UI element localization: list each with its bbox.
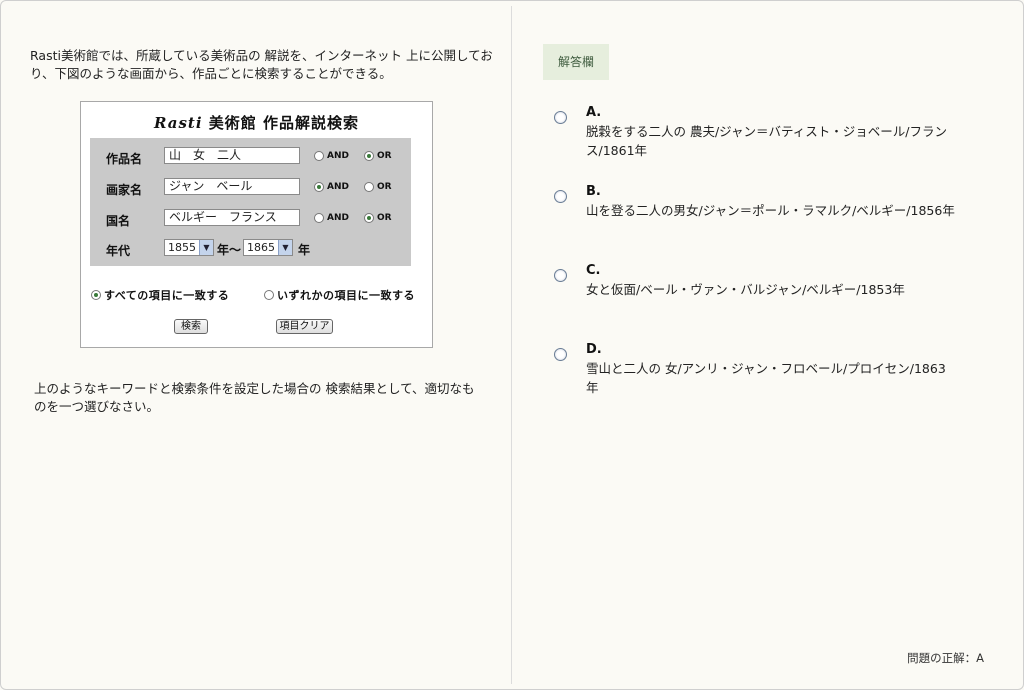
field-label-title: 作品名	[106, 152, 143, 166]
country-and-radio[interactable]: AND	[314, 211, 349, 225]
year-to-value: 1865	[247, 241, 275, 254]
clear-button[interactable]: 項目クリア	[276, 319, 333, 334]
title-input[interactable]: 山 女 二人	[164, 147, 300, 164]
choice-text: 山を登る二人の男女/ジャン＝ポール・ラマルク/ベルギー/1856年	[586, 203, 955, 218]
answer-header: 解答欄	[543, 44, 609, 80]
radio-selected-icon	[364, 151, 374, 161]
choice-letter: C.	[586, 263, 601, 278]
artist-or-radio[interactable]: OR	[364, 180, 392, 194]
radio-icon	[314, 213, 324, 223]
field-label-year: 年代	[106, 244, 131, 258]
radio-icon[interactable]	[554, 269, 567, 282]
radio-label: OR	[377, 182, 392, 192]
chevron-down-icon: ▼	[199, 240, 213, 255]
choice-letter: A.	[586, 105, 602, 120]
search-button[interactable]: 検索	[174, 319, 208, 334]
correct-answer-label: 問題の正解：A	[907, 651, 984, 665]
field-label-country: 国名	[106, 214, 131, 228]
radio-label: OR	[377, 213, 392, 223]
answer-pane: 解答欄 A. 脱穀をする二人の 農夫/ジャン＝バティスト・ジョベール/フランス/…	[512, 0, 1024, 690]
radio-icon	[364, 182, 374, 192]
match-any-radio[interactable]: いずれかの項目に一致する	[264, 288, 415, 302]
field-row-title: 作品名 山 女 二人 AND OR	[90, 147, 411, 169]
match-any-label: いずれかの項目に一致する	[277, 289, 415, 302]
field-row-artist: 画家名 ジャン ベール AND OR	[90, 178, 411, 200]
year-suffix: 年	[298, 243, 311, 257]
radio-icon	[264, 290, 274, 300]
radio-label: AND	[327, 151, 349, 161]
search-panel: 作品名 山 女 二人 AND OR 画家名 ジャン ベール AND OR 国名 …	[90, 138, 411, 266]
title-and-radio[interactable]: AND	[314, 149, 349, 163]
search-form-image: Rasti 美術館 作品解説検索 作品名 山 女 二人 AND OR 画家名 ジ…	[80, 101, 433, 348]
radio-icon[interactable]	[554, 190, 567, 203]
question-instruction: 上のようなキーワードと検索条件を設定した場合の 検索結果として、適切なものを一つ…	[34, 381, 475, 414]
year-to-select[interactable]: 1865 ▼	[243, 239, 293, 256]
year-from-value: 1855	[168, 241, 196, 254]
radio-selected-icon	[91, 290, 101, 300]
radio-icon	[314, 151, 324, 161]
search-form-title-text: 美術館 作品解説検索	[208, 114, 360, 132]
radio-label: OR	[377, 151, 392, 161]
radio-selected-icon	[364, 213, 374, 223]
title-or-radio[interactable]: OR	[364, 149, 392, 163]
choice-letter: B.	[586, 184, 601, 199]
choice-letter: D.	[586, 342, 602, 357]
question-intro: Rasti美術館では、所蔵している美術品の 解説を、インターネット 上に公開して…	[30, 48, 493, 81]
artist-and-radio[interactable]: AND	[314, 180, 349, 194]
year-from-select[interactable]: 1855 ▼	[164, 239, 214, 256]
field-label-artist: 画家名	[106, 183, 143, 197]
museum-brand: Rasti	[153, 114, 203, 132]
radio-label: AND	[327, 182, 349, 192]
chevron-down-icon: ▼	[278, 240, 292, 255]
country-input[interactable]: ベルギー フランス	[164, 209, 300, 226]
field-row-year: 年代 1855 ▼ 年～ 1865 ▼ 年	[90, 239, 411, 261]
country-or-radio[interactable]: OR	[364, 211, 392, 225]
question-pane: Rasti美術館では、所蔵している美術品の 解説を、インターネット 上に公開して…	[0, 0, 511, 690]
choice-text: 脱穀をする二人の 農夫/ジャン＝バティスト・ジョベール/フランス/1861年	[586, 124, 948, 158]
match-all-label: すべての項目に一致する	[104, 289, 230, 302]
radio-icon[interactable]	[554, 111, 567, 124]
search-form-title: Rasti 美術館 作品解説検索	[81, 112, 432, 133]
radio-icon[interactable]	[554, 348, 567, 361]
year-separator: 年～	[217, 243, 242, 257]
radio-label: AND	[327, 213, 349, 223]
choice-text: 雪山と二人の 女/アンリ・ジャン・フロベール/プロイセン/1863年	[586, 361, 946, 395]
radio-selected-icon	[314, 182, 324, 192]
artist-input[interactable]: ジャン ベール	[164, 178, 300, 195]
match-all-radio[interactable]: すべての項目に一致する	[91, 288, 229, 302]
choice-text: 女と仮面/ベール・ヴァン・バルジャン/ベルギー/1853年	[586, 282, 905, 297]
field-row-country: 国名 ベルギー フランス AND OR	[90, 209, 411, 231]
